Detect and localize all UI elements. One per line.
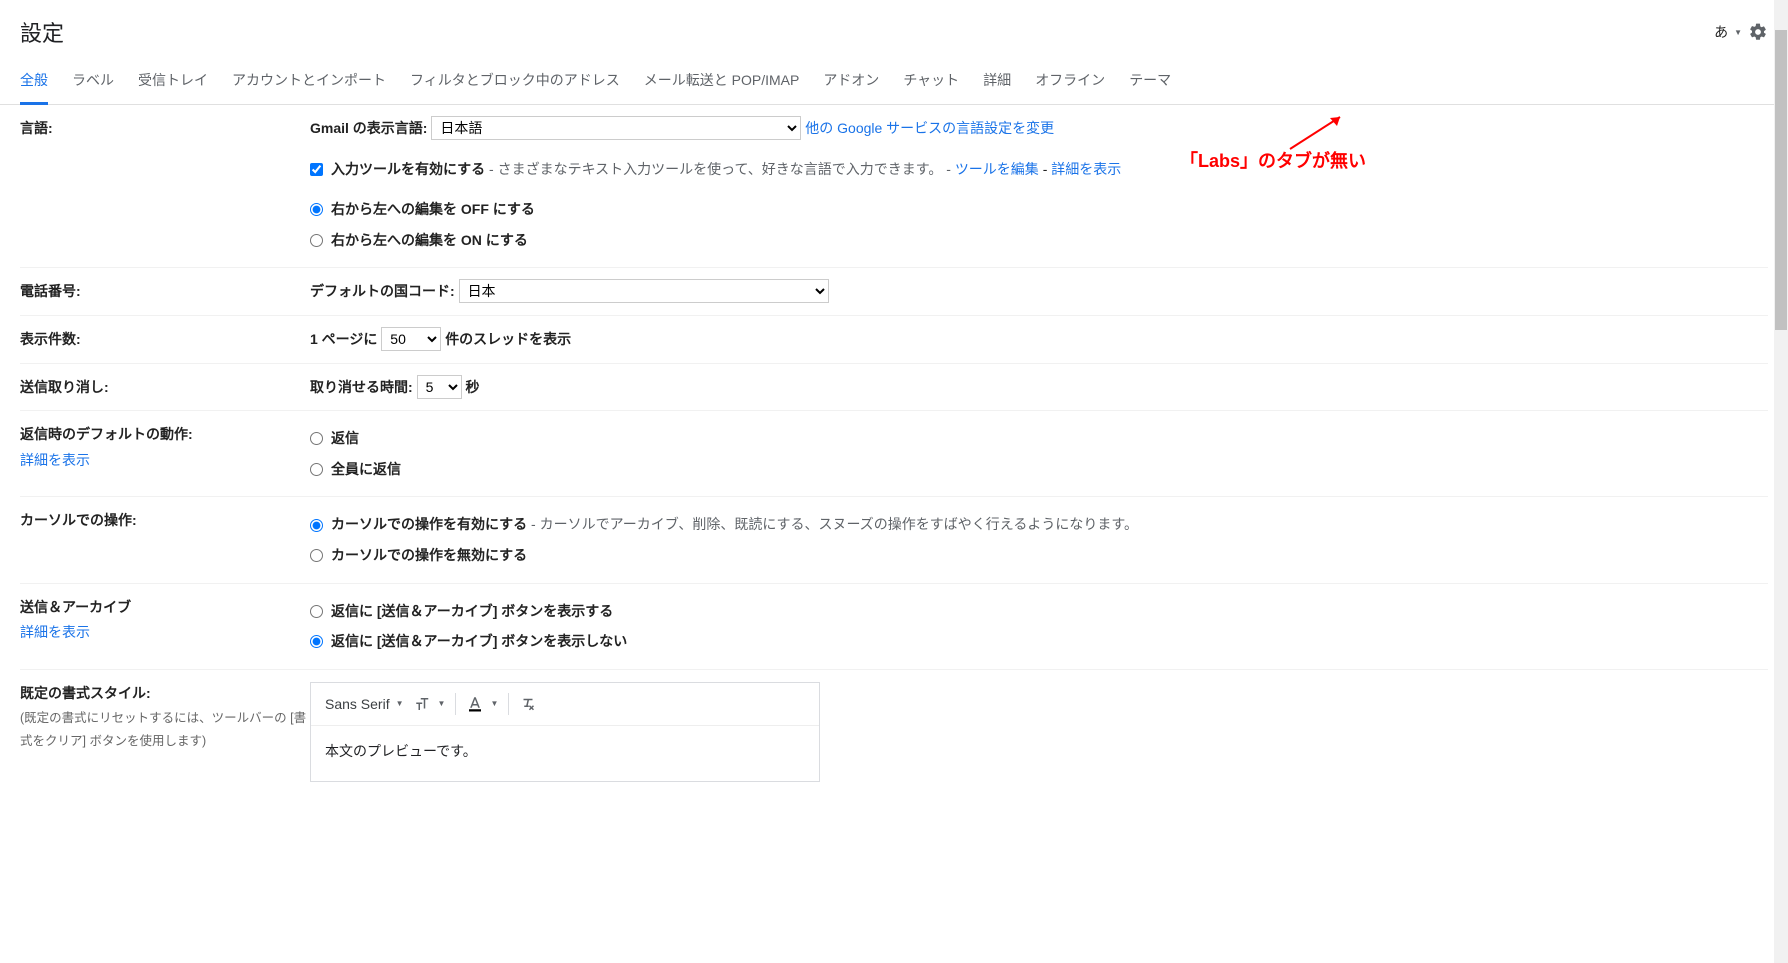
page-size-suffix: 件のスレッドを表示 [445,331,571,347]
send-archive-label: 送信＆アーカイブ [20,599,131,615]
undo-send-label: 送信取り消し: [20,374,310,401]
default-country-label: デフォルトの国コード: [310,283,455,299]
input-tools-details-link[interactable]: 詳細を表示 [1051,161,1121,177]
text-color-icon [466,695,484,713]
edit-tools-link[interactable]: ツールを編集 [955,161,1039,177]
text-color-button[interactable]: ▼ [466,695,498,713]
chevron-down-icon: ▼ [396,696,404,711]
rtl-off-label: 右から左への編集を OFF にする [331,196,535,223]
tab-general[interactable]: 全般 [20,58,48,105]
gear-icon[interactable] [1748,22,1768,42]
tab-addons[interactable]: アドオン [823,58,879,104]
input-method-indicator[interactable]: あ [1714,22,1728,42]
page-size-prefix: 1 ページに [310,331,377,347]
phone-label: 電話番号: [20,278,310,305]
tab-forwarding[interactable]: メール転送と POP/IMAP [644,58,800,104]
default-reply-details-link[interactable]: 詳細を表示 [20,449,310,473]
reply-label: 返信 [331,425,359,452]
page-title: 設定 [20,16,64,48]
hover-disable-label: カーソルでの操作を無効にする [331,542,527,569]
settings-tabs: 全般 ラベル 受信トレイ アカウントとインポート フィルタとブロック中のアドレス… [0,58,1788,105]
default-style-sub: (既定の書式にリセットするには、ツールバーの [書式をクリア] ボタンを使用しま… [20,711,306,749]
rtl-on-label: 右から左への編集を ON にする [331,227,528,254]
default-style-editor: Sans Serif ▼ ▼ ▼ [310,682,820,782]
hover-disable-radio[interactable] [310,549,323,562]
tab-themes[interactable]: テーマ [1129,58,1171,104]
enable-input-tools-help: - さまざまなテキスト入力ツールを使って、好きな言語で入力できます。 - [485,161,955,177]
default-style-label: 既定の書式スタイル: [20,685,151,701]
send-archive-show-radio[interactable] [310,605,323,618]
change-other-services-link[interactable]: 他の Google サービスの言語設定を変更 [805,120,1054,136]
clear-formatting-icon[interactable] [519,695,537,713]
hover-actions-label: カーソルでの操作: [20,507,310,572]
language-label: 言語: [20,115,310,257]
tab-inbox[interactable]: 受信トレイ [138,58,208,104]
tab-chat[interactable]: チャット [903,58,959,104]
undo-send-suffix: 秒 [465,379,479,395]
rtl-off-radio[interactable] [310,203,323,216]
text-size-icon [414,695,432,713]
toolbar-separator [455,693,456,715]
font-size-button[interactable]: ▼ [414,695,446,713]
scrollbar-thumb[interactable] [1775,30,1787,330]
font-family-name: Sans Serif [325,691,390,718]
reply-all-label: 全員に返信 [331,456,401,483]
scrollbar[interactable] [1774,0,1788,963]
hover-enable-radio[interactable] [310,519,323,532]
tab-advanced[interactable]: 詳細 [983,58,1011,104]
toolbar-separator [508,693,509,715]
chevron-down-icon: ▼ [490,696,498,711]
send-archive-hide-radio[interactable] [310,635,323,648]
enable-input-tools-checkbox[interactable] [310,163,323,176]
tab-accounts[interactable]: アカウントとインポート [232,58,386,104]
enable-input-tools-label: 入力ツールを有効にする [331,161,485,177]
default-country-select[interactable]: 日本 [459,279,829,303]
page-size-select[interactable]: 50 [381,327,441,351]
send-archive-show-label: 返信に [送信＆アーカイブ] ボタンを表示する [331,598,613,625]
tab-labels[interactable]: ラベル [72,58,114,104]
send-archive-hide-label: 返信に [送信＆アーカイブ] ボタンを表示しない [331,628,627,655]
rtl-on-radio[interactable] [310,234,323,247]
reply-all-radio[interactable] [310,463,323,476]
page-size-label: 表示件数: [20,326,310,353]
reply-radio[interactable] [310,432,323,445]
chevron-down-icon[interactable]: ▼ [1734,28,1742,37]
undo-send-select[interactable]: 5 [417,375,462,399]
display-language-select[interactable]: 日本語 [431,116,801,140]
undo-send-prefix: 取り消せる時間: [310,379,413,395]
default-reply-label: 返信時のデフォルトの動作: [20,426,193,442]
font-family-button[interactable]: Sans Serif ▼ [325,691,404,718]
display-language-label: Gmail の表示言語: [310,120,427,136]
chevron-down-icon: ▼ [438,696,446,711]
hover-enable-label: カーソルでの操作を有効にする [331,516,527,532]
tab-offline[interactable]: オフライン [1035,58,1105,104]
hover-enable-help: - カーソルでアーカイブ、削除、既読にする、スヌーズの操作をすばやく行えるように… [527,516,1138,532]
send-archive-details-link[interactable]: 詳細を表示 [20,621,310,645]
tab-filters[interactable]: フィルタとブロック中のアドレス [410,58,620,104]
style-preview-text: 本文のプレビューです。 [311,726,819,781]
page-header: 設定 あ ▼ [0,0,1788,58]
